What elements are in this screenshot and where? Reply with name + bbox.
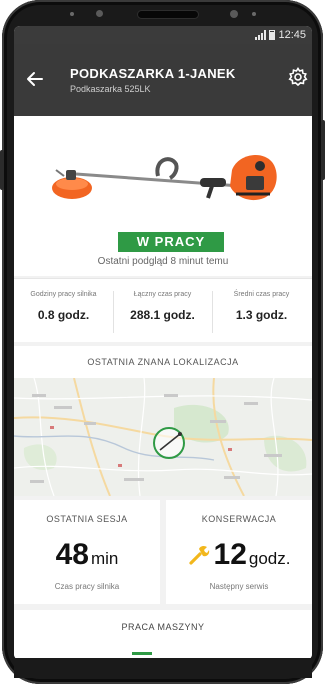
status-time: 12:45 — [278, 29, 306, 41]
stat-label: Godziny pracy silnika — [30, 291, 97, 298]
service-value: 12 — [213, 538, 247, 571]
service-unit: godz. — [248, 549, 291, 568]
stat-average-time: Średni czas pracy 1.3 godz. — [212, 279, 311, 343]
gear-icon[interactable] — [288, 67, 308, 87]
stat-value: 0.8 godz. — [37, 308, 90, 322]
arrow-left-icon[interactable] — [26, 70, 44, 88]
maintenance-card[interactable]: KONSERWACJA 12 godz. Następny serwis — [166, 500, 312, 604]
phone-bottom-bezel — [14, 658, 312, 678]
phone-side-button — [0, 150, 4, 190]
stat-engine-hours: Godziny pracy silnika 0.8 godz. — [14, 279, 113, 343]
page-subtitle: Podkaszarka 525LK — [70, 84, 151, 94]
location-map[interactable] — [14, 378, 312, 496]
battery-icon — [269, 30, 276, 40]
stats-row: Godziny pracy silnika 0.8 godz. Łączny c… — [14, 278, 312, 342]
trimmer-image — [52, 155, 277, 201]
location-header: OSTATNIA ZNANA LOKALIZACJA — [14, 346, 312, 378]
card-subtitle: Następny serwis — [209, 582, 269, 591]
card-value: 48 min — [14, 538, 160, 572]
phone-speaker — [138, 11, 198, 18]
card-title: OSTATNIA SESJA — [46, 514, 128, 524]
status-badge: W PRACY — [118, 232, 224, 252]
phone-side-button — [321, 120, 325, 180]
phone-camera — [96, 10, 103, 17]
app-bar: PODKASZARKA 1-JANEK Podkaszarka 525LK — [14, 44, 312, 116]
bottom-tab-bar: PRACA MASZYNY — [14, 610, 312, 660]
last-session-card[interactable]: OSTATNIA SESJA 48 min Czas pracy silnika — [14, 500, 160, 604]
session-value: 48 — [55, 538, 89, 571]
stat-label: Łączny czas pracy — [133, 291, 192, 298]
stat-label: Średni czas pracy — [233, 291, 290, 298]
stat-total-time: Łączny czas pracy 288.1 godz. — [113, 279, 212, 343]
signal-icon — [255, 30, 267, 40]
stat-value: 288.1 godz. — [130, 308, 195, 322]
stat-value: 1.3 godz. — [235, 308, 288, 322]
card-value: 12 godz. — [166, 538, 312, 572]
phone-sensor — [252, 12, 256, 16]
phone-sensor — [70, 12, 74, 16]
phone-camera — [230, 10, 238, 18]
session-unit: min — [90, 549, 119, 568]
map-marker-icon[interactable] — [153, 427, 185, 459]
tab-machine-work[interactable]: PRACA MASZYNY — [14, 610, 312, 632]
app-screen: 12:45 PODKASZARKA 1-JANEK Podkaszarka 52… — [14, 26, 312, 660]
last-seen-text: Ostatni podgląd 8 minut temu — [97, 256, 229, 267]
card-subtitle: Czas pracy silnika — [54, 582, 120, 591]
status-bar: 12:45 — [14, 26, 312, 44]
wrench-icon — [188, 545, 209, 565]
map-graphic — [14, 378, 312, 496]
tab-indicator — [132, 652, 152, 655]
page-title: PODKASZARKA 1-JANEK — [70, 66, 236, 81]
product-card: W PRACY Ostatni podgląd 8 minut temu — [14, 116, 312, 276]
card-title: KONSERWACJA — [201, 514, 277, 524]
